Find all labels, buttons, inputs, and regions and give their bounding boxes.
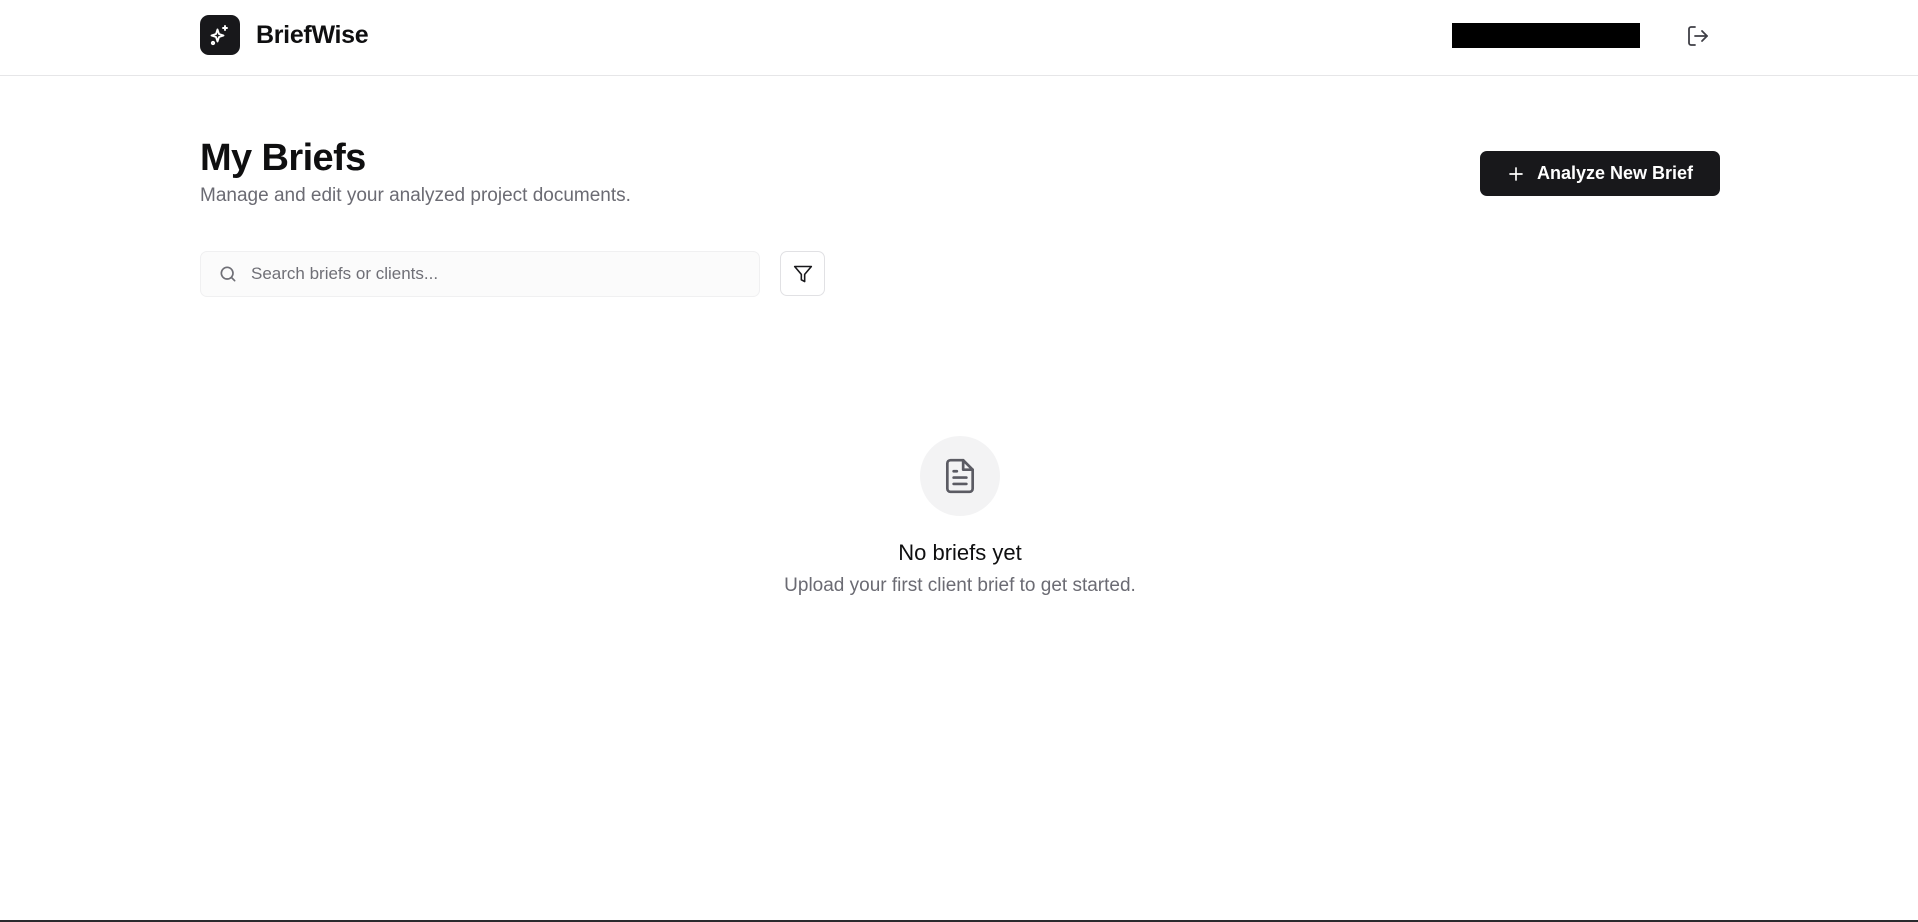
app-name: BriefWise: [256, 20, 369, 49]
search-box: [200, 251, 760, 297]
plus-icon: [1509, 166, 1523, 181]
empty-state-message: Upload your first client brief to get st…: [784, 575, 1136, 596]
search-icon: [201, 251, 251, 297]
log-out-icon: [1688, 26, 1708, 46]
filter-icon: [793, 265, 812, 282]
sparkles-icon: [200, 15, 240, 55]
file-text-icon: [945, 458, 975, 494]
empty-state-icon-container: [920, 436, 1000, 516]
search-input[interactable]: [251, 252, 759, 296]
page-title: My Briefs: [200, 137, 366, 179]
brand[interactable]: BriefWise: [200, 15, 369, 55]
analyze-new-brief-button[interactable]: Analyze New Brief: [1480, 151, 1720, 196]
analyze-new-brief-label: Analyze New Brief: [1536, 163, 1694, 183]
user-account-name-redacted: [1452, 23, 1640, 48]
empty-state-title: No briefs yet: [898, 540, 1022, 565]
logout-button[interactable]: [1684, 22, 1712, 50]
filter-button[interactable]: [780, 251, 825, 296]
page-subtitle: Manage and edit your analyzed project do…: [200, 185, 631, 206]
top-navigation-bar: BriefWise: [0, 0, 1918, 76]
